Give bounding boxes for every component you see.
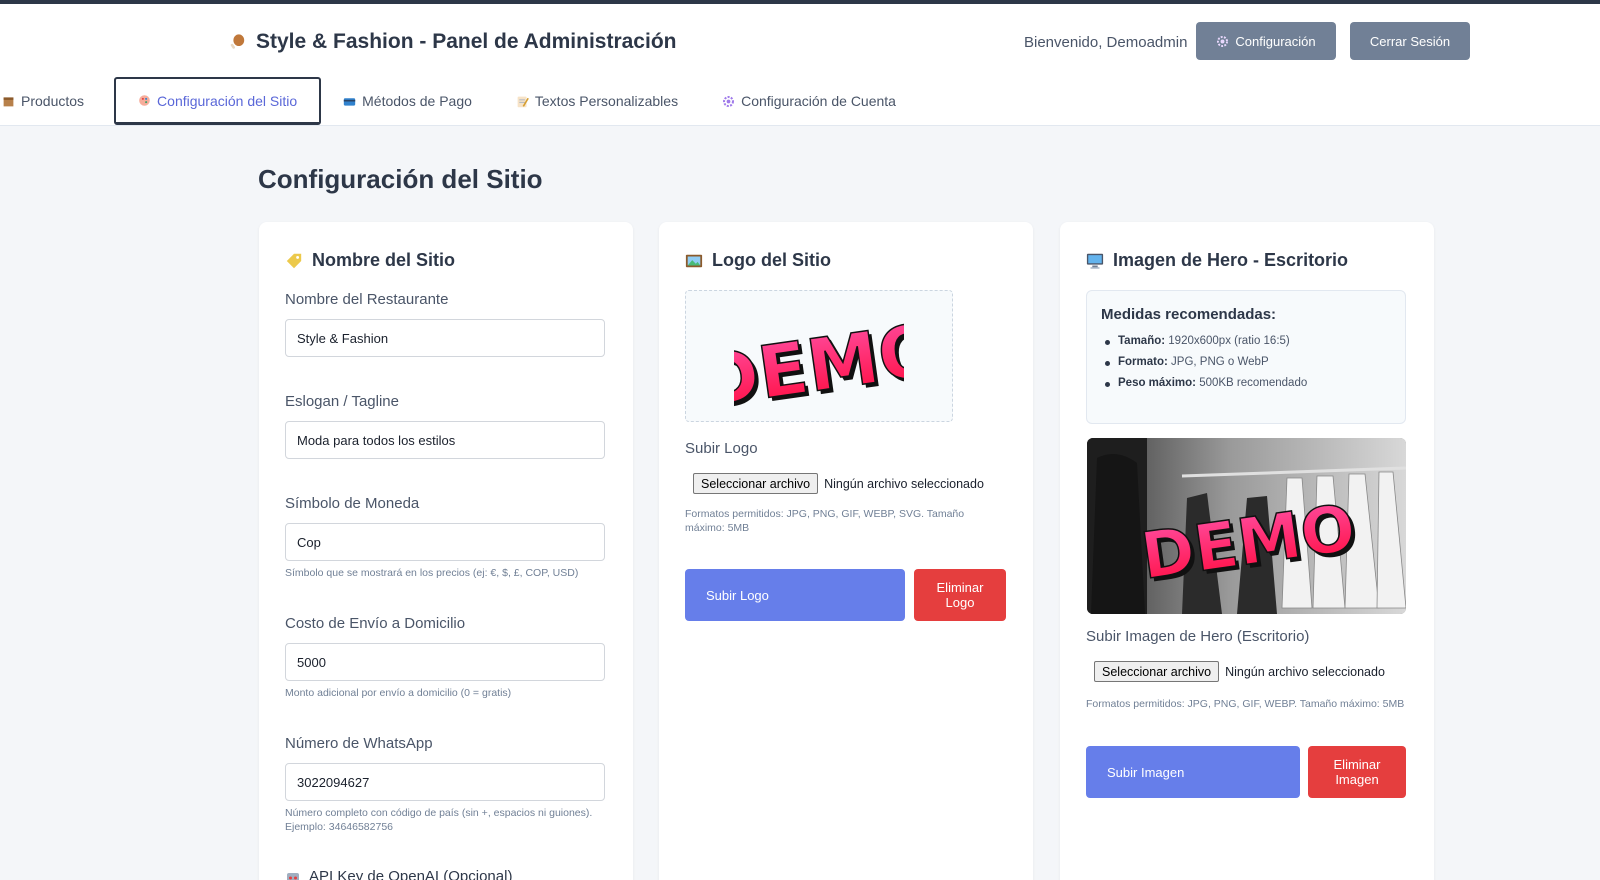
rec-value: 500KB recomendado: [1199, 377, 1308, 389]
file-status: Ningún archivo seleccionado: [824, 476, 984, 491]
framed-picture-icon: [685, 254, 703, 267]
recommended-title: Medidas recomendadas:: [1101, 306, 1277, 323]
logout-button[interactable]: Cerrar Sesión: [1350, 22, 1470, 60]
whatsapp-hint: Número completo con código de país (sin …: [285, 807, 593, 833]
slogan-label: Eslogan / Tagline: [285, 393, 399, 410]
gear-icon: [723, 95, 735, 107]
gear-icon: [1217, 35, 1229, 47]
rec-key: Tamaño:: [1118, 335, 1166, 347]
tab-textos-personalizables[interactable]: Textos Personalizables: [494, 77, 700, 125]
tab-label: Configuración del Sitio: [157, 92, 298, 109]
delete-logo-button[interactable]: Eliminar Logo: [914, 569, 1006, 621]
whatsapp-label: Número de WhatsApp: [285, 735, 433, 752]
admin-header: Style & Fashion - Panel de Administració…: [0, 4, 1600, 126]
card-heading: Imagen de Hero - Escritorio: [1086, 250, 1348, 271]
list-item: Peso máximo: 500KB recomendado: [1101, 377, 1391, 389]
slogan-input[interactable]: [285, 421, 605, 459]
tab-configuracion-cuenta[interactable]: Configuración de Cuenta: [700, 77, 918, 125]
upload-logo-label: Subir Logo: [685, 440, 758, 457]
currency-label: Símbolo de Moneda: [285, 495, 420, 512]
robot-icon: [287, 872, 299, 880]
welcome-text: Bienvenido, Demoadmin: [1024, 34, 1188, 51]
card-heading: Logo del Sitio: [685, 250, 831, 271]
logo-preview: DEMO DEMO: [685, 290, 953, 422]
brand: Style & Fashion - Panel de Administració…: [228, 30, 676, 54]
upload-logo-button[interactable]: Subir Logo: [685, 569, 905, 621]
shipping-cost-hint: Monto adicional por envío a domicilio (0…: [285, 687, 512, 699]
hero-image-card: Imagen de Hero - Escritorio Medidas reco…: [1060, 222, 1434, 880]
rec-key: Peso máximo:: [1118, 377, 1196, 389]
page-title: Configuración del Sitio: [258, 164, 543, 194]
credit-card-icon: [343, 97, 356, 106]
shipping-cost-input[interactable]: [285, 643, 605, 681]
delete-hero-button[interactable]: Eliminar Imagen: [1308, 746, 1406, 798]
tab-label: Configuración de Cuenta: [741, 93, 896, 109]
restaurant-name-input[interactable]: [285, 319, 605, 357]
recommended-list: Tamaño: 1920x600px (ratio 16:5) Formato:…: [1101, 335, 1391, 389]
palette-icon: [139, 95, 150, 106]
list-item: Tamaño: 1920x600px (ratio 16:5): [1101, 335, 1391, 347]
currency-hint: Símbolo que se mostrará en los precios (…: [285, 567, 579, 579]
openai-api-heading-text: API Key de OpenAI (Opcional): [309, 868, 513, 880]
tab-label: Productos: [21, 93, 85, 109]
list-item: Formato: JPG, PNG o WebP: [1101, 356, 1391, 368]
hero-image-preview: DEMO DEMO: [1087, 438, 1406, 614]
card-heading-text: Imagen de Hero - Escritorio: [1113, 250, 1349, 270]
rec-value: JPG, PNG o WebP: [1171, 356, 1269, 368]
card-heading-text: Logo del Sitio: [712, 250, 831, 270]
desktop-computer-icon: [1086, 253, 1104, 269]
tab-productos[interactable]: Productos: [0, 77, 114, 125]
tab-configuracion-sitio[interactable]: Configuración del Sitio: [114, 77, 322, 125]
currency-input[interactable]: [285, 523, 605, 561]
config-button-label: Configuración: [1235, 33, 1316, 49]
restaurant-name-label: Nombre del Restaurante: [285, 291, 449, 308]
upload-hero-button[interactable]: Subir Imagen: [1086, 746, 1300, 798]
file-status: Ningún archivo seleccionado: [1225, 664, 1385, 679]
site-name-card: Nombre del Sitio Nombre del Restaurante …: [259, 222, 633, 880]
choose-file-button[interactable]: Seleccionar archivo: [693, 473, 819, 494]
tab-metodos-pago[interactable]: Métodos de Pago: [321, 77, 494, 125]
hero-photo: DEMO DEMO: [1087, 438, 1406, 614]
config-button[interactable]: Configuración: [1196, 22, 1336, 60]
logo-file-input: Seleccionar archivo Ningún archivo selec…: [693, 473, 984, 494]
card-heading: Nombre del Sitio: [285, 250, 455, 271]
card-heading-text: Nombre del Sitio: [312, 250, 456, 270]
drumstick-icon: [230, 34, 245, 49]
box-icon: [3, 96, 14, 106]
shipping-cost-label: Costo de Envío a Domicilio: [285, 615, 466, 632]
tab-bar: Productos Configuración del Sitio Método…: [0, 77, 918, 125]
rec-key: Formato:: [1118, 356, 1168, 368]
logo-formats-hint: Formatos permitidos: JPG, PNG, GIF, WEBP…: [685, 508, 965, 534]
tab-label: Métodos de Pago: [362, 93, 472, 109]
hero-file-input: Seleccionar archivo Ningún archivo selec…: [1094, 661, 1385, 682]
logo-card: Logo del Sitio DEMO DEMO Subir Logo Sele…: [659, 222, 1033, 880]
choose-file-button[interactable]: Seleccionar archivo: [1094, 661, 1220, 682]
whatsapp-input[interactable]: [285, 763, 605, 801]
hero-formats-hint: Formatos permitidos: JPG, PNG, GIF, WEBP…: [1086, 698, 1405, 710]
memo-icon: [517, 96, 529, 107]
recommended-sizes-box: Medidas recomendadas: Tamaño: 1920x600px…: [1086, 290, 1406, 424]
logo-text: DEMO: [734, 307, 904, 422]
openai-api-heading: API Key de OpenAI (Opcional): [285, 868, 512, 880]
demo-logo-image: DEMO DEMO: [734, 306, 904, 422]
label-tag-icon: [286, 253, 302, 268]
tab-label: Textos Personalizables: [534, 93, 679, 109]
page-header-title: Style & Fashion - Panel de Administració…: [256, 30, 677, 53]
rec-value: 1920x600px (ratio 16:5): [1168, 335, 1290, 347]
upload-hero-label: Subir Imagen de Hero (Escritorio): [1086, 628, 1310, 645]
